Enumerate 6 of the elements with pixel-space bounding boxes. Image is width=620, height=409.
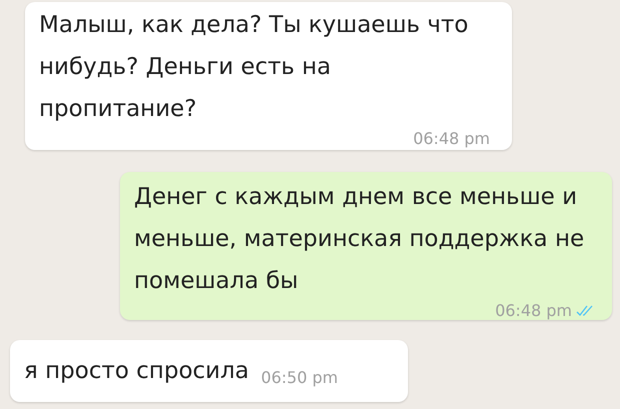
message-text: я просто спросила (24, 356, 250, 386)
message-time: 06:48 pm (413, 130, 490, 147)
message-time: 06:48 pm (495, 302, 572, 319)
message-text: Денег с каждым днем все меньше и меньше, материнская поддержка не помешала бы (134, 183, 586, 296)
message-time: 06:50 pm (261, 367, 338, 389)
message-text: Малыш, как дела? Ты кушаешь что нибудь? Деньги есть на пропитание? (39, 11, 470, 124)
